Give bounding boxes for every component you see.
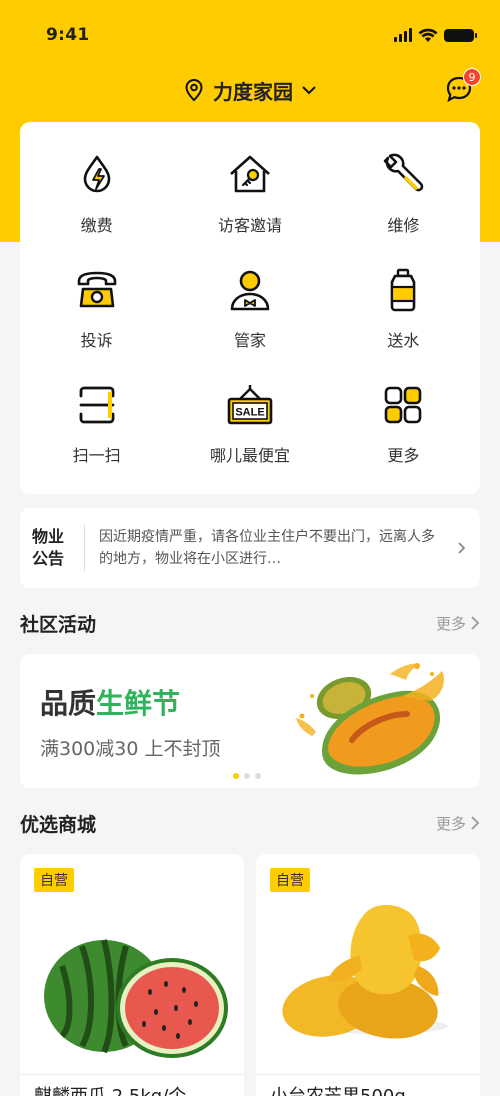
scan-icon — [79, 386, 115, 424]
banner-title: 品质生鲜节 — [40, 682, 180, 722]
self-operated-tag: 自营 — [270, 868, 310, 892]
house-key-icon — [230, 155, 270, 193]
location-pin-icon — [185, 78, 203, 102]
status-bar: 9:41 — [0, 0, 500, 70]
butler-icon — [230, 270, 270, 311]
banner-title-highlight: 生鲜节 — [96, 687, 181, 720]
property-notice[interactable]: 物业 公告 因近期疫情严重，请各位业主住户不要出门，远离人多的地方，物业将在小区… — [20, 508, 480, 588]
carousel-dots — [233, 773, 261, 779]
chevron-right-icon — [471, 616, 480, 630]
status-time: 9:41 — [46, 25, 90, 45]
chevron-right-icon — [458, 542, 466, 554]
service-label: 维修 — [387, 216, 420, 235]
self-operated-tag: 自营 — [34, 868, 74, 892]
service-label: 管家 — [233, 331, 266, 350]
top-bar: 力度家园 9 — [0, 68, 500, 110]
signal-icon — [394, 28, 412, 42]
service-repair[interactable]: 维修 — [327, 140, 480, 255]
message-button[interactable]: 9 — [444, 68, 481, 104]
battery-icon — [444, 28, 477, 42]
notice-text: 因近期疫情严重，请各位业主住户不要出门，远离人多的地方，物业将在小区进行… — [99, 529, 435, 567]
divider — [84, 525, 85, 571]
notice-title-line: 物业 — [32, 527, 65, 546]
service-label: 更多 — [387, 446, 420, 465]
services-card: 缴费 访客邀请 维修 投诉 管家 送水 扫一扫 SALE 哪儿最便宜 更多 — [20, 122, 480, 494]
activity-more-link[interactable]: 更多 — [436, 613, 480, 634]
service-label: 访客邀请 — [217, 216, 282, 235]
papaya-splash-image — [296, 663, 444, 775]
mall-header: 优选商城 更多 — [20, 808, 480, 838]
more-label: 更多 — [435, 814, 466, 833]
product-name: 小台农芒果500g — [270, 1082, 406, 1096]
service-cheapest[interactable]: SALE 哪儿最便宜 — [173, 370, 326, 485]
wifi-icon — [418, 28, 438, 42]
telephone-icon — [77, 271, 116, 308]
service-visitor-invite[interactable]: 访客邀请 — [173, 140, 326, 255]
service-label: 缴费 — [80, 216, 113, 235]
section-title: 社区活动 — [20, 613, 97, 636]
svg-text:SALE: SALE — [235, 407, 264, 419]
grid-more-icon — [385, 386, 422, 424]
carousel-dot — [233, 773, 239, 779]
divider — [256, 1074, 480, 1075]
wrench-icon — [384, 153, 424, 192]
product-card[interactable]: 自营 小台农芒果500g — [256, 854, 480, 1096]
watermelon-image — [44, 939, 228, 1058]
section-title: 优选商城 — [20, 813, 97, 836]
carousel-dot — [255, 773, 261, 779]
service-label: 送水 — [387, 331, 420, 350]
divider — [20, 1074, 244, 1075]
service-scan[interactable]: 扫一扫 — [20, 370, 173, 485]
banner-subtitle: 满300减30 上不封顶 — [40, 738, 221, 760]
service-label: 哪儿最便宜 — [209, 446, 290, 465]
notice-title: 物业 公告 — [32, 526, 78, 570]
mall-more-link[interactable]: 更多 — [436, 813, 480, 834]
chevron-right-icon — [471, 816, 480, 830]
water-drop-bolt-icon — [83, 155, 110, 193]
service-label: 投诉 — [80, 331, 113, 350]
status-icons — [394, 28, 477, 43]
service-butler[interactable]: 管家 — [173, 255, 326, 370]
more-label: 更多 — [435, 614, 466, 633]
activity-banner[interactable]: 品质生鲜节 满300减30 上不封顶 — [20, 654, 480, 788]
service-label: 扫一扫 — [72, 446, 121, 465]
carousel-dot — [244, 773, 250, 779]
location-selector[interactable]: 力度家园 — [183, 76, 317, 105]
sale-sign-icon: SALE — [227, 385, 273, 425]
message-badge: 9 — [463, 68, 481, 86]
location-name: 力度家园 — [213, 79, 293, 104]
product-name: 麒麟西瓜 2.5kg/个 — [34, 1082, 186, 1096]
service-more[interactable]: 更多 — [327, 370, 480, 485]
product-card[interactable]: 自营 麒麟西瓜 2.5kg/个 — [20, 854, 244, 1096]
chevron-down-icon — [302, 86, 316, 95]
services-grid: 缴费 访客邀请 维修 投诉 管家 送水 扫一扫 SALE 哪儿最便宜 更多 — [20, 122, 480, 485]
mango-image — [282, 904, 448, 1039]
service-payment[interactable]: 缴费 — [20, 140, 173, 255]
water-bottle-icon — [391, 268, 416, 312]
service-complaint[interactable]: 投诉 — [20, 255, 173, 370]
notice-title-line: 公告 — [32, 549, 65, 568]
banner-title-part: 品质 — [40, 687, 97, 720]
activity-header: 社区活动 更多 — [20, 608, 480, 638]
service-water-delivery[interactable]: 送水 — [327, 255, 480, 370]
